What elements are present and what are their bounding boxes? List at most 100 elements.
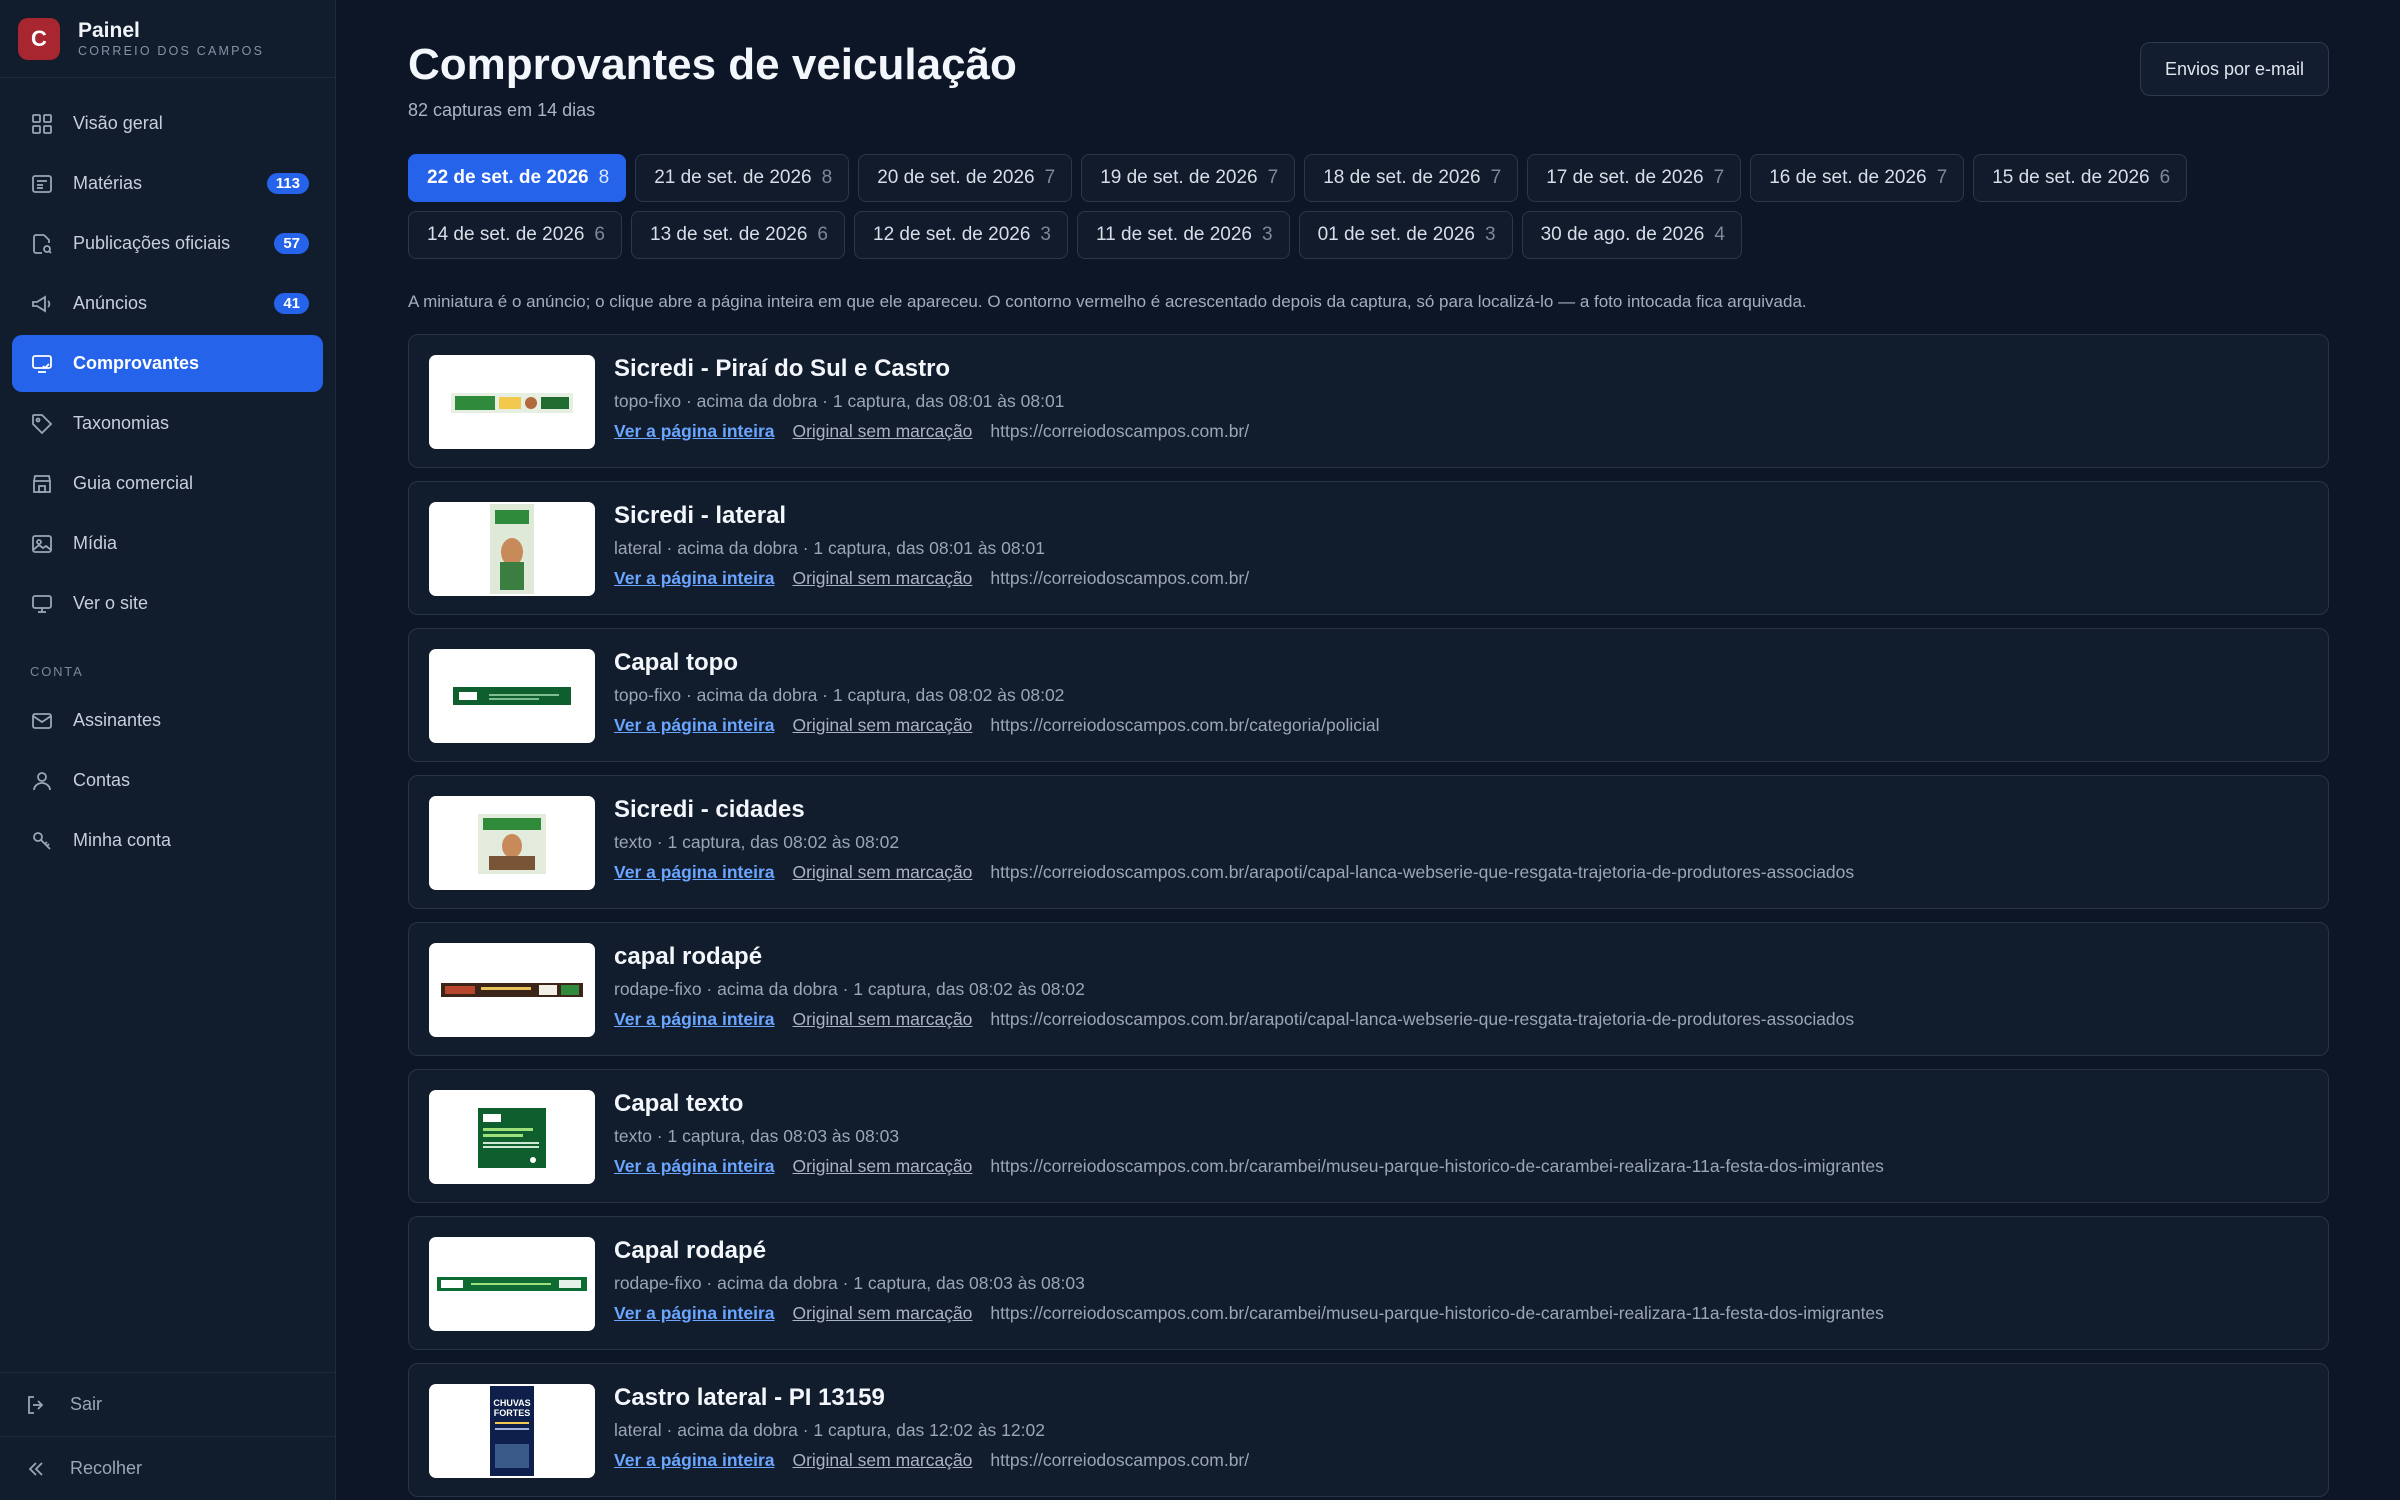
sidebar-item-contas[interactable]: Contas bbox=[12, 752, 323, 809]
date-label: 01 de set. de 2026 bbox=[1317, 224, 1475, 245]
capture-card: Sicredi - lateral lateral · acima da dob… bbox=[408, 481, 2329, 615]
original-unmarked-link[interactable]: Original sem marcação bbox=[792, 1156, 972, 1177]
date-chip[interactable]: 18 de set. de 2026 7 bbox=[1304, 154, 1519, 202]
original-unmarked-link[interactable]: Original sem marcação bbox=[792, 1303, 972, 1324]
date-label: 17 de set. de 2026 bbox=[1546, 167, 1704, 188]
original-unmarked-link[interactable]: Original sem marcação bbox=[792, 1450, 972, 1471]
ad-thumbnail[interactable] bbox=[429, 943, 595, 1037]
brand-logo: C bbox=[18, 17, 60, 60]
sidebar-item-label: Visão geral bbox=[73, 113, 163, 133]
logout-icon bbox=[24, 1393, 48, 1417]
sidebar: C Painel CORREIO DOS CAMPOS Visão geral … bbox=[0, 0, 336, 1500]
sidebar-item-materias[interactable]: Matérias 113 bbox=[12, 155, 323, 212]
date-count: 7 bbox=[1490, 167, 1502, 188]
count-badge: 41 bbox=[274, 293, 309, 314]
ad-thumbnail[interactable] bbox=[429, 796, 595, 890]
capture-card: Capal texto texto · 1 captura, das 08:03… bbox=[408, 1069, 2329, 1203]
date-chip[interactable]: 15 de set. de 2026 6 bbox=[1973, 154, 2188, 202]
view-full-page-link[interactable]: Ver a página inteira bbox=[614, 1156, 774, 1177]
original-unmarked-link[interactable]: Original sem marcação bbox=[792, 421, 972, 442]
view-full-page-link[interactable]: Ver a página inteira bbox=[614, 1450, 774, 1471]
date-chip[interactable]: 19 de set. de 2026 7 bbox=[1081, 154, 1296, 202]
original-unmarked-link[interactable]: Original sem marcação bbox=[792, 715, 972, 736]
date-chip[interactable]: 17 de set. de 2026 7 bbox=[1527, 154, 1742, 202]
brand[interactable]: C Painel CORREIO DOS CAMPOS bbox=[0, 0, 335, 78]
date-label: 19 de set. de 2026 bbox=[1100, 167, 1258, 188]
mail-icon bbox=[30, 709, 54, 733]
capture-meta: topo-fixo · acima da dobra · 1 captura, … bbox=[614, 685, 1065, 705]
view-full-page-link[interactable]: Ver a página inteira bbox=[614, 421, 774, 442]
ad-thumbnail[interactable] bbox=[429, 1090, 595, 1184]
capture-title: Sicredi - lateral bbox=[614, 502, 787, 529]
main-nav: Visão geral Matérias 113 Publicações ofi… bbox=[12, 95, 323, 635]
ad-thumbnail[interactable] bbox=[429, 649, 595, 743]
ad-thumbnail[interactable] bbox=[429, 1237, 595, 1331]
sidebar-item-label: Minha conta bbox=[73, 830, 172, 850]
grid-icon bbox=[30, 112, 54, 136]
view-full-page-link[interactable]: Ver a página inteira bbox=[614, 1009, 774, 1030]
sidebar-item-publicacoes-oficiais[interactable]: Publicações oficiais 57 bbox=[12, 215, 323, 272]
capture-title: Capal texto bbox=[614, 1090, 744, 1117]
user-icon bbox=[30, 769, 54, 793]
view-full-page-link[interactable]: Ver a página inteira bbox=[614, 1303, 774, 1324]
ad-thumbnail[interactable] bbox=[429, 502, 595, 596]
email-sends-button[interactable]: Envios por e-mail bbox=[2139, 42, 2329, 96]
logout-label: Sair bbox=[70, 1394, 103, 1414]
date-count: 8 bbox=[598, 167, 610, 188]
view-full-page-link[interactable]: Ver a página inteira bbox=[614, 715, 774, 736]
date-chip[interactable]: 01 de set. de 2026 3 bbox=[1298, 211, 1513, 259]
date-chip[interactable]: 21 de set. de 2026 8 bbox=[635, 154, 850, 202]
sidebar-footer: Sair Recolher bbox=[0, 1372, 335, 1500]
original-unmarked-link[interactable]: Original sem marcação bbox=[792, 568, 972, 589]
date-chip[interactable]: 13 de set. de 2026 6 bbox=[631, 211, 845, 259]
monitor-icon bbox=[30, 592, 54, 616]
sidebar-item-minha-conta[interactable]: Minha conta bbox=[12, 812, 323, 869]
poster-line-2: FORTES bbox=[494, 1408, 531, 1418]
screen-check-icon bbox=[30, 352, 54, 376]
megaphone-icon bbox=[30, 292, 54, 316]
date-chip[interactable]: 11 de set. de 2026 3 bbox=[1077, 211, 1290, 259]
capture-url: https://correiodoscampos.com.br/ bbox=[990, 421, 1250, 441]
capture-url: https://correiodoscampos.com.br/ bbox=[990, 1450, 1250, 1470]
date-count: 3 bbox=[1262, 224, 1273, 245]
document-search-icon bbox=[30, 232, 54, 256]
sidebar-item-ver-o-site[interactable]: Ver o site bbox=[12, 575, 323, 632]
page-title: Comprovantes de veiculação bbox=[408, 40, 1017, 89]
date-count: 7 bbox=[1267, 167, 1279, 188]
date-label: 20 de set. de 2026 bbox=[877, 167, 1035, 188]
capture-card: Sicredi - Piraí do Sul e Castro topo-fix… bbox=[408, 334, 2329, 468]
store-icon bbox=[30, 472, 54, 496]
date-chip[interactable]: 12 de set. de 2026 3 bbox=[854, 211, 1068, 259]
ad-thumbnail[interactable] bbox=[429, 355, 595, 449]
sidebar-item-guia-comercial[interactable]: Guia comercial bbox=[12, 455, 323, 512]
poster-line-1: CHUVAS bbox=[493, 1398, 530, 1408]
logout-button[interactable]: Sair bbox=[0, 1372, 335, 1436]
sidebar-item-assinantes[interactable]: Assinantes bbox=[12, 692, 323, 749]
date-chip[interactable]: 14 de set. de 2026 6 bbox=[408, 211, 622, 259]
ad-thumbnail[interactable]: CHUVAS FORTES bbox=[429, 1384, 595, 1478]
sidebar-item-comprovantes[interactable]: Comprovantes bbox=[12, 335, 323, 392]
capture-title: Capal rodapé bbox=[614, 1237, 767, 1264]
date-count: 3 bbox=[1485, 224, 1496, 245]
original-unmarked-link[interactable]: Original sem marcação bbox=[792, 1009, 972, 1030]
sidebar-item-anuncios[interactable]: Anúncios 41 bbox=[12, 275, 323, 332]
date-chip[interactable]: 30 de ago. de 2026 4 bbox=[1521, 211, 1742, 259]
sidebar-item-label: Anúncios bbox=[73, 293, 148, 313]
count-badge: 113 bbox=[266, 173, 309, 194]
sidebar-item-taxonomias[interactable]: Taxonomias bbox=[12, 395, 323, 452]
date-count: 7 bbox=[1044, 167, 1056, 188]
original-unmarked-link[interactable]: Original sem marcação bbox=[792, 862, 972, 883]
date-chip[interactable]: 20 de set. de 2026 7 bbox=[858, 154, 1073, 202]
date-label: 13 de set. de 2026 bbox=[650, 224, 808, 245]
date-label: 21 de set. de 2026 bbox=[654, 167, 812, 188]
view-full-page-link[interactable]: Ver a página inteira bbox=[614, 568, 774, 589]
sidebar-item-midia[interactable]: Mídia bbox=[12, 515, 323, 572]
double-chevron-left-icon bbox=[24, 1457, 48, 1481]
capture-title: Sicredi - Piraí do Sul e Castro bbox=[614, 355, 951, 382]
date-chip[interactable]: 22 de set. de 2026 8 bbox=[408, 154, 627, 202]
view-full-page-link[interactable]: Ver a página inteira bbox=[614, 862, 774, 883]
sidebar-item-visao-geral[interactable]: Visão geral bbox=[12, 95, 323, 152]
collapse-button[interactable]: Recolher bbox=[0, 1436, 335, 1500]
date-chip[interactable]: 16 de set. de 2026 7 bbox=[1750, 154, 1965, 202]
date-count: 7 bbox=[1936, 167, 1948, 188]
